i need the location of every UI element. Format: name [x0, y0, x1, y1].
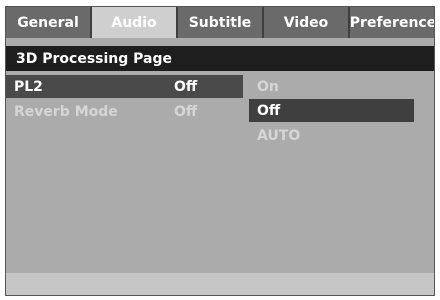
option-on[interactable]: On	[249, 75, 414, 98]
tab-subtitle[interactable]: Subtitle	[178, 7, 264, 38]
setting-row-reverb-mode[interactable]: Reverb Mode Off	[6, 100, 243, 123]
osd-screen: General Audio Subtitle Video Preference …	[5, 6, 435, 296]
tab-general[interactable]: General	[6, 7, 92, 38]
setting-value: Off	[174, 103, 198, 120]
setting-label: Reverb Mode	[14, 103, 118, 120]
setting-label: PL2	[14, 78, 43, 95]
tab-audio[interactable]: Audio	[92, 7, 178, 38]
tab-preference[interactable]: Preference	[350, 7, 434, 38]
option-off[interactable]: Off	[249, 99, 414, 122]
setting-row-pl2[interactable]: PL2 Off	[6, 75, 243, 98]
footer-bar	[6, 273, 434, 295]
option-auto[interactable]: AUTO	[249, 124, 414, 147]
page-title: 3D Processing Page	[6, 46, 434, 71]
tab-video[interactable]: Video	[264, 7, 350, 38]
setting-value: Off	[174, 78, 198, 95]
tab-bar: General Audio Subtitle Video Preference	[6, 7, 434, 38]
